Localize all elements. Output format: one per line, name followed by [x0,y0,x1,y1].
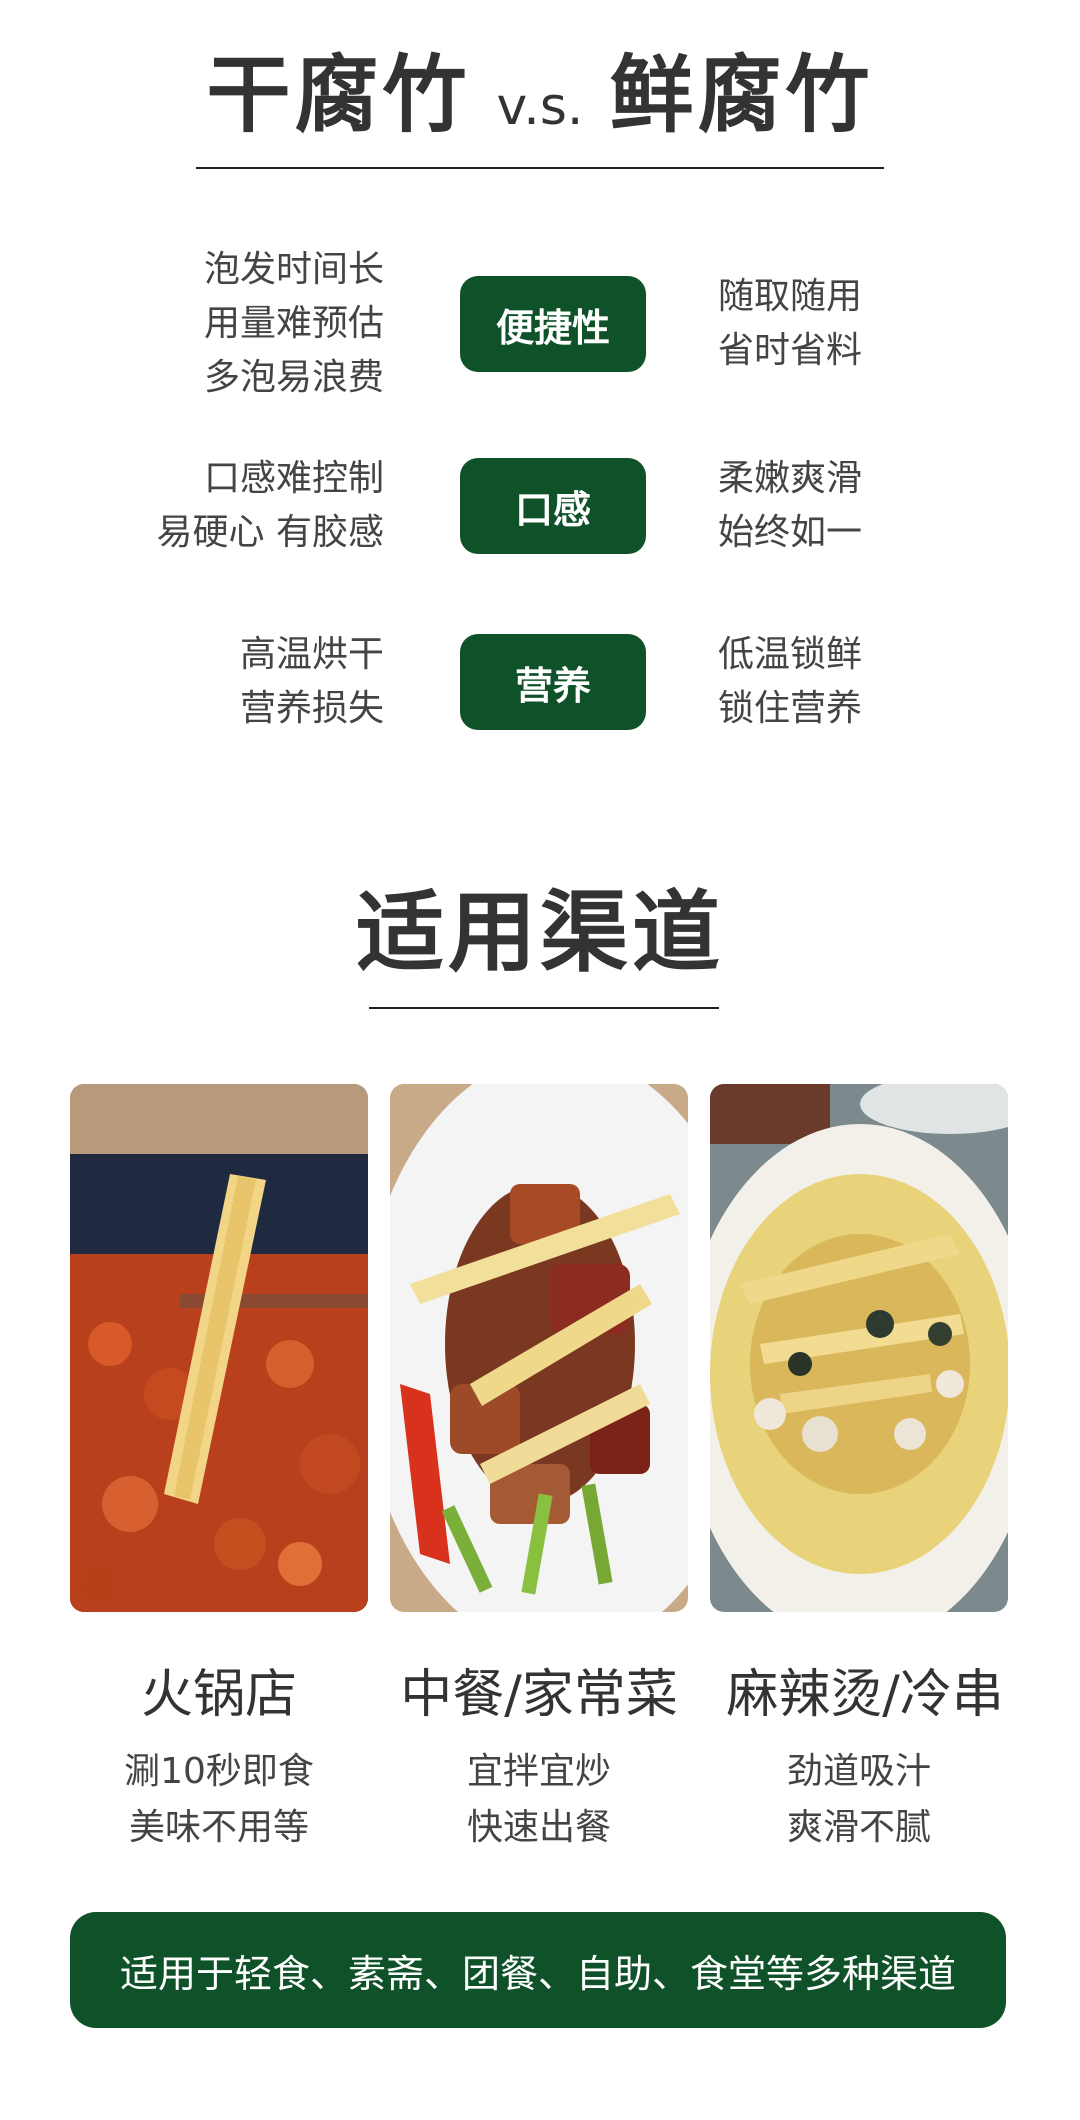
dry-point: 营养损失 [239,688,384,729]
channels-banner: 适用于轻食、素斋、团餐、自助、食堂等多种渠道 [70,1912,1006,2028]
comparison-row-texture: 口感难控制 易硬心 有胶感 口感 柔嫩爽滑 始终如一 [0,426,1080,586]
channel-desc-line: 涮10秒即食 [124,1751,314,1792]
dry-point: 泡发时间长 [203,249,384,290]
comparison-row-nutrition: 高温烘干 营养损失 营养 低温锁鲜 锁住营养 [0,602,1080,762]
comparison-title: 干腐竹 v.s. 鲜腐竹 [0,40,1080,162]
dry-point: 高温烘干 [239,634,384,675]
channels-heading: 适用渠道 [355,881,724,984]
hotpot-photo [70,1084,368,1612]
label-pill-convenience: 便捷性 [460,276,646,372]
dry-points: 泡发时间长 用量难预估 多泡易浪费 [204,244,384,404]
fresh-point: 低温锁鲜 [718,634,863,675]
fresh-point: 省时省料 [718,330,863,371]
channels-title: 适用渠道 [0,878,1080,988]
channel-name-malatang: 麻辣烫/冷串 [726,1665,1004,1725]
channel-desc-line: 快速出餐 [466,1807,611,1848]
dry-point: 用量难预估 [203,303,384,344]
dry-point: 易硬心 有胶感 [156,512,384,553]
label-pill-texture: 口感 [460,458,646,554]
title-underline [196,167,884,169]
stirfry-illustration [390,1084,688,1612]
comparison-row-convenience: 泡发时间长 用量难预估 多泡易浪费 便捷性 随取随用 省时省料 [0,244,1080,404]
fresh-point: 锁住营养 [718,688,863,729]
channel-desc-hotpot: 涮10秒即食 美味不用等 [54,1744,384,1856]
fresh-points: 柔嫩爽滑 始终如一 [718,426,862,586]
channel-desc-malatang: 劲道吸汁 爽滑不腻 [694,1744,1024,1856]
channel-desc-line: 宜拌宜炒 [466,1751,611,1792]
channel-name-hotpot: 火锅店 [140,1665,297,1725]
hotpot-illustration [70,1084,368,1612]
dry-points: 口感难控制 易硬心 有胶感 [157,426,384,586]
label-pill-nutrition: 营养 [460,634,646,730]
fresh-point: 随取随用 [718,276,863,317]
malatang-illustration [710,1084,1008,1612]
fresh-point: 柔嫩爽滑 [718,458,863,499]
channels-title-underline [369,1007,719,1009]
channel-desc-line: 美味不用等 [128,1807,309,1848]
dry-point: 多泡易浪费 [203,357,384,398]
malatang-photo [710,1084,1008,1612]
channel-desc-line: 劲道吸汁 [786,1751,931,1792]
stirfry-photo [390,1084,688,1612]
dry-points: 高温烘干 营养损失 [240,602,384,762]
fresh-points: 低温锁鲜 锁住营养 [718,602,862,762]
channel-desc-line: 爽滑不腻 [786,1807,931,1848]
fresh-point: 始终如一 [718,512,863,553]
title-fresh-yuba: 鲜腐竹 [609,46,874,144]
title-vs: v.s. [496,77,584,137]
title-dry-yuba: 干腐竹 [206,46,471,144]
dry-point: 口感难控制 [203,458,384,499]
channel-name-chinese: 中餐/家常菜 [400,1665,678,1725]
fresh-points: 随取随用 省时省料 [718,244,862,404]
channel-desc-chinese: 宜拌宜炒 快速出餐 [374,1744,704,1856]
